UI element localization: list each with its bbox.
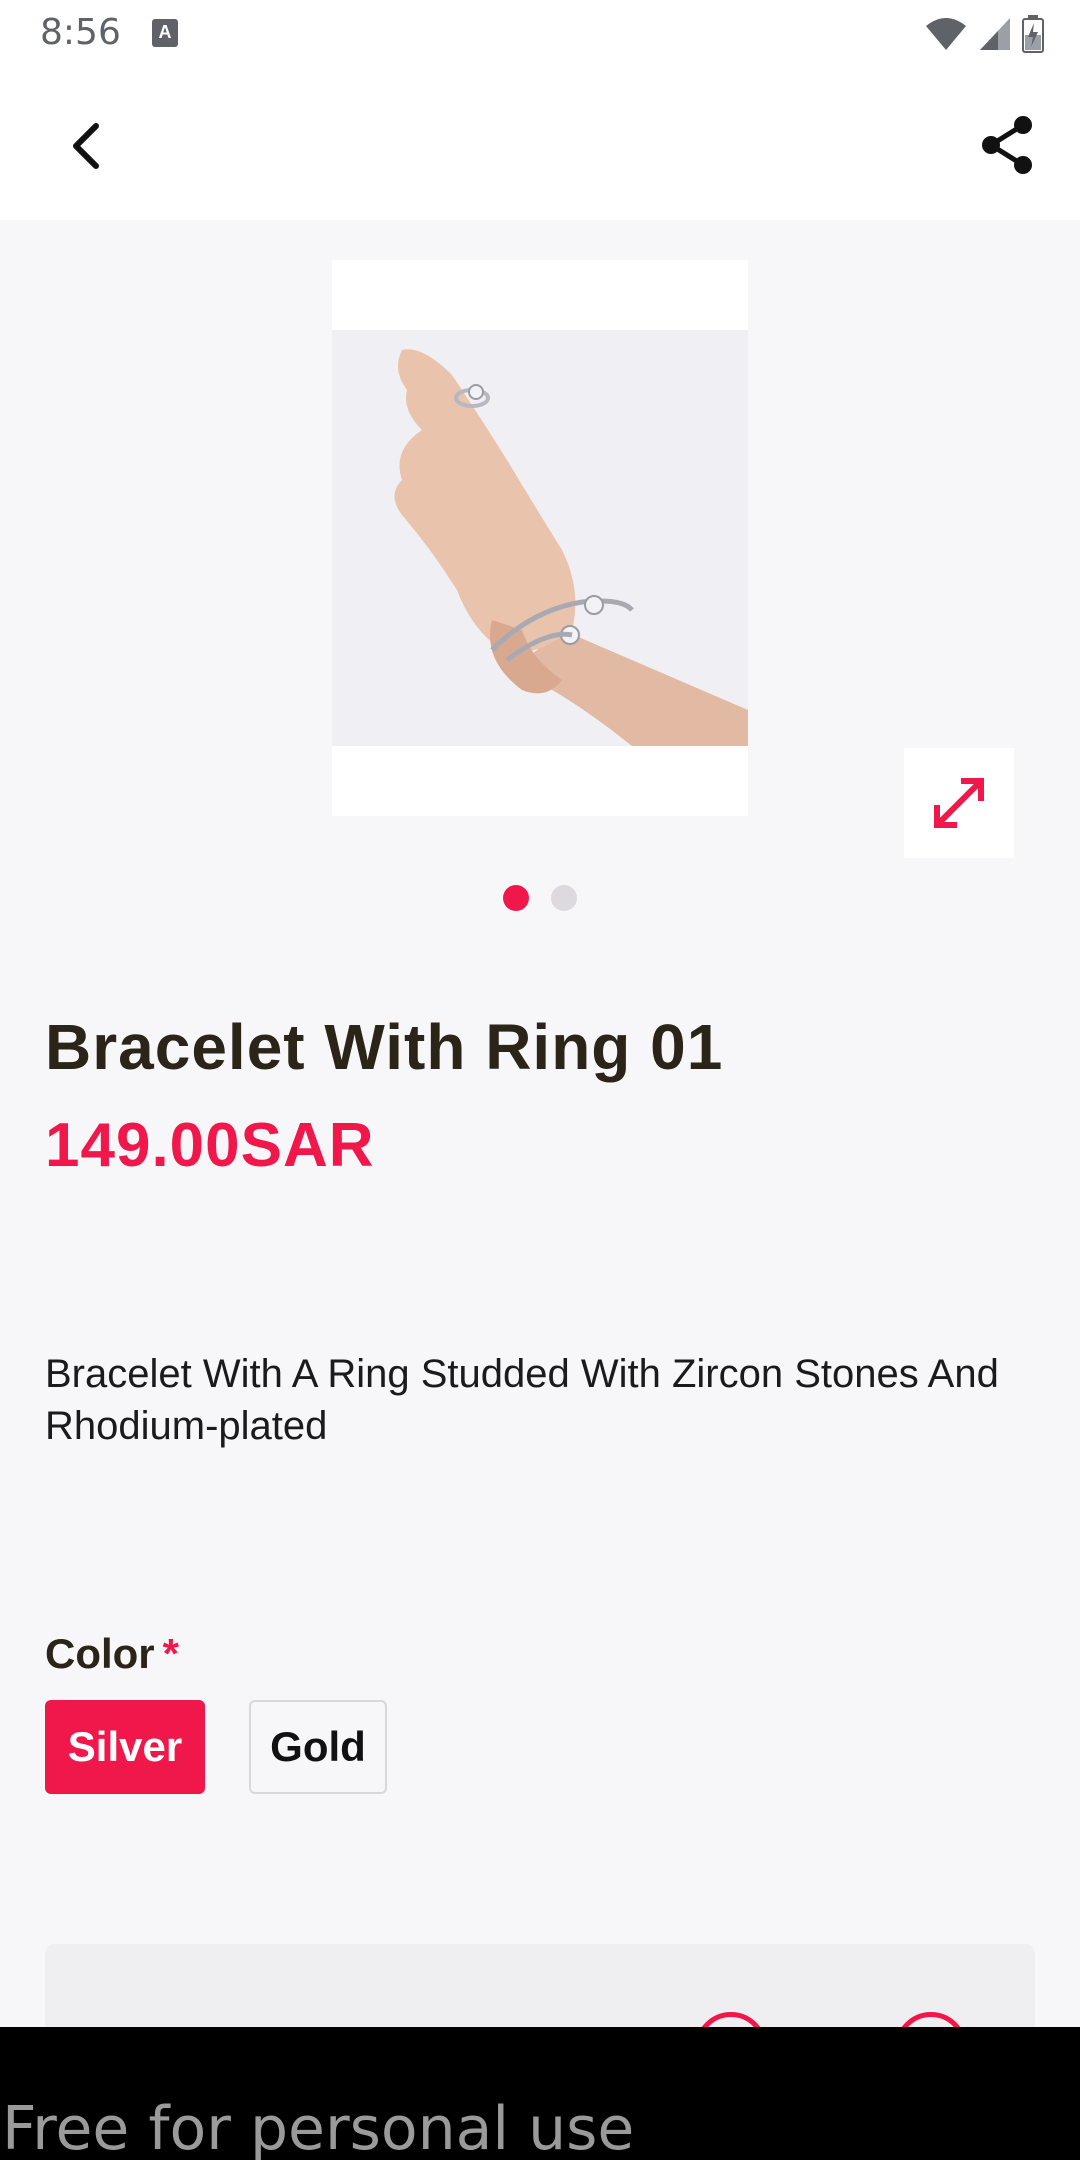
pager-dot[interactable] [551,885,577,911]
battery-charging-icon [1022,15,1044,53]
wifi-icon [926,18,966,50]
required-marker: * [162,1630,180,1677]
expand-button[interactable] [904,748,1014,858]
product-gallery[interactable] [0,220,1080,920]
product-price: 149.00SAR [45,1111,375,1180]
status-time: 8:56 [40,12,121,53]
back-button[interactable] [56,116,116,176]
color-label-text: Color [45,1630,155,1677]
share-button[interactable] [974,112,1040,178]
color-option-silver[interactable]: Silver [45,1700,205,1794]
pager-dot-active[interactable] [503,885,529,911]
signal-icon [980,18,1010,50]
color-option-gold[interactable]: Gold [249,1700,387,1794]
hand-bracelet-illustration [394,349,748,746]
pager-dots [0,885,1080,911]
chevron-left-icon [73,123,99,169]
app-bar [0,68,1080,220]
expand-icon [934,778,984,828]
share-icon [982,116,1032,174]
a-icon: A [152,19,178,47]
product-description: Bracelet With A Ring Studded With Zircon… [45,1352,999,1448]
product-photo [332,330,748,746]
status-icons [924,14,1044,54]
status-bar: 8:56 A [0,0,1080,68]
watermark-text: Free for personal use [2,2094,635,2160]
color-option-label: Color * [45,1630,179,1678]
product-image[interactable] [332,260,748,816]
product-title: Bracelet With Ring 01 [45,1011,724,1083]
color-options: Silver Gold [45,1700,387,1794]
